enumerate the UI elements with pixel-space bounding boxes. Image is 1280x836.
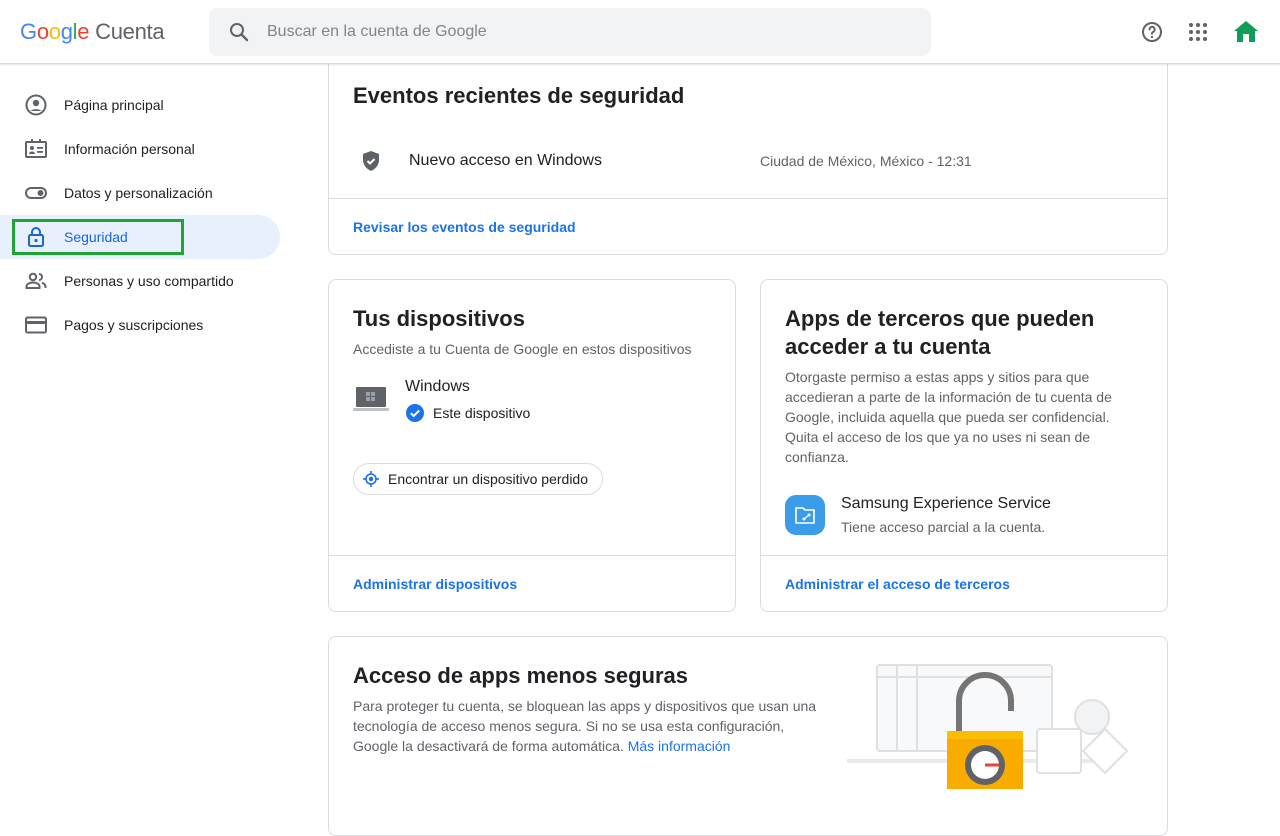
credit-card-icon — [25, 316, 47, 334]
sidebar-item-home[interactable]: Página principal — [0, 83, 280, 127]
event-name: Nuevo acceso en Windows — [409, 152, 602, 169]
search-bar[interactable] — [209, 8, 931, 56]
top-app-bar: Google Cuenta — [0, 0, 1280, 64]
sidebar-item-label: Información personal — [64, 141, 195, 157]
recent-security-events-card: Eventos recientes de seguridad Nuevo acc… — [328, 44, 1168, 255]
device-name: Windows — [405, 378, 470, 395]
account-avatar-icon[interactable] — [1232, 18, 1260, 46]
sidebar-item-label: Personas y uso compartido — [64, 273, 234, 289]
card-footer: Revisar los eventos de seguridad — [329, 198, 1167, 254]
app-access-level: Tiene acceso parcial a la cuenta. — [841, 519, 1046, 535]
sidebar-item-people-sharing[interactable]: Personas y uso compartido — [0, 259, 280, 303]
app-name: Samsung Experience Service — [841, 495, 1051, 512]
manage-devices-link[interactable]: Administrar dispositivos — [353, 576, 517, 592]
card-footer: Administrar dispositivos — [329, 555, 735, 611]
card-description: Para proteger tu cuenta, se bloquean las… — [353, 696, 818, 756]
third-party-apps-card: Apps de terceros que pueden acceder a tu… — [760, 279, 1168, 612]
search-icon[interactable] — [227, 20, 251, 44]
selection-highlight-box — [12, 219, 184, 255]
card-title: Eventos recientes de seguridad — [353, 83, 685, 108]
card-description: Otorgaste permiso a estas apps y sitios … — [785, 369, 1112, 465]
event-location-time: Ciudad de México, México - 12:31 — [760, 153, 972, 169]
samsung-app-icon — [785, 495, 825, 535]
search-input[interactable] — [267, 23, 867, 41]
sidebar-item-label: Datos y personalización — [64, 185, 213, 201]
padlock-illustration — [847, 664, 1129, 789]
google-account-logo[interactable]: Google Cuenta — [20, 17, 165, 47]
manage-third-party-access-link[interactable]: Administrar el acceso de terceros — [785, 576, 1010, 592]
sidebar-item-personal-info[interactable]: Información personal — [0, 127, 280, 171]
shield-check-icon — [363, 151, 379, 171]
logo-letter: g — [60, 19, 73, 44]
laptop-icon — [353, 387, 389, 411]
location-target-icon — [363, 471, 379, 487]
logo-letter: o — [48, 19, 61, 44]
product-name: Cuenta — [95, 19, 165, 44]
find-lost-device-label: Encontrar un dispositivo perdido — [388, 471, 589, 487]
sidebar-item-security[interactable]: Seguridad — [0, 215, 280, 259]
id-card-icon — [25, 139, 47, 158]
security-event-row[interactable]: Nuevo acceso en Windows Ciudad de México… — [359, 148, 1139, 174]
card-title: Acceso de apps menos seguras — [353, 663, 689, 688]
device-item[interactable]: Windows Este dispositivo — [353, 376, 530, 423]
third-party-app-item[interactable]: Samsung Experience Service Tiene acceso … — [785, 493, 1051, 535]
more-info-link[interactable]: Más información — [628, 738, 731, 754]
apps-grid-icon[interactable] — [1186, 20, 1210, 44]
your-devices-card: Tus dispositivos Accediste a tu Cuenta d… — [328, 279, 736, 612]
side-navigation: Página principal Información personal Da… — [0, 83, 280, 347]
account-circle-icon — [25, 94, 47, 116]
logo-letter: o — [36, 19, 49, 44]
current-device-label: Este dispositivo — [433, 405, 531, 421]
people-icon — [25, 272, 47, 289]
card-footer: Administrar el acceso de terceros — [761, 555, 1167, 611]
find-lost-device-button[interactable]: Encontrar un dispositivo perdido — [353, 463, 604, 495]
card-title: Apps de terceros que pueden acceder a tu… — [785, 306, 1095, 359]
logo-letter: G — [20, 19, 37, 44]
toggle-icon — [25, 187, 47, 199]
review-security-events-link[interactable]: Revisar los eventos de seguridad — [353, 219, 576, 235]
sidebar-item-label: Página principal — [64, 97, 164, 113]
description-text: Para proteger tu cuenta, se bloquean las… — [353, 698, 817, 754]
card-description: Accediste a tu Cuenta de Google en estos… — [353, 341, 692, 357]
check-circle-icon — [406, 404, 424, 422]
sidebar-item-data-personalization[interactable]: Datos y personalización — [0, 171, 280, 215]
help-icon[interactable] — [1140, 20, 1164, 44]
logo-letter: e — [77, 19, 90, 44]
sidebar-item-label: Pagos y suscripciones — [64, 317, 204, 333]
sidebar-item-payments[interactable]: Pagos y suscripciones — [0, 303, 280, 347]
less-secure-apps-card: Acceso de apps menos seguras Para proteg… — [328, 636, 1168, 836]
current-device-indicator: Este dispositivo — [405, 403, 530, 423]
card-title: Tus dispositivos — [353, 306, 525, 331]
